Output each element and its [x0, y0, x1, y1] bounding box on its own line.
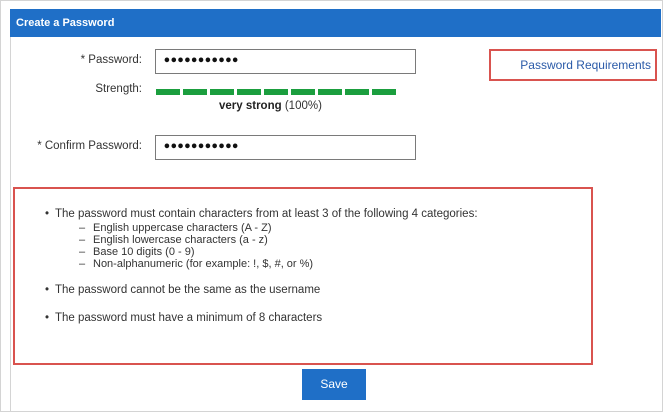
- category-item: – Non-alphanumeric (for example: !, $, #,…: [79, 258, 314, 270]
- strength-percent: (100%): [284, 100, 322, 112]
- strength-segment: [156, 89, 180, 95]
- strength-segment: [372, 89, 396, 95]
- bullet: •: [45, 312, 50, 324]
- rule-text: The password cannot be the same as the u…: [55, 284, 321, 296]
- strength-word: very strong: [219, 100, 282, 112]
- confirm-password-input[interactable]: •••••••••••: [155, 135, 416, 160]
- strength-segment: [210, 89, 234, 95]
- rule-text: The password must have a minimum of 8 ch…: [55, 312, 323, 324]
- panel-title: Create a Password: [16, 17, 115, 29]
- password-label: * Password:: [80, 54, 142, 66]
- category-list: – English uppercase characters (A - Z) – E…: [45, 222, 591, 270]
- confirm-password-label: * Confirm Password:: [37, 140, 142, 152]
- password-rules-box: • The password must contain characters f…: [13, 187, 593, 365]
- category-item: – English lowercase characters (a - z): [79, 234, 268, 246]
- category-item: – Base 10 digits (0 - 9): [79, 246, 195, 258]
- strength-segment: [318, 89, 342, 95]
- panel-left-border: [10, 37, 11, 412]
- strength-segment: [237, 89, 261, 95]
- rule-username: • The password cannot be the same as the…: [45, 283, 591, 298]
- strength-segment: [183, 89, 207, 95]
- save-button[interactable]: Save: [302, 369, 366, 400]
- strength-status: very strong (100%): [219, 100, 322, 112]
- password-input[interactable]: •••••••••••: [155, 49, 416, 74]
- strength-segment: [291, 89, 315, 95]
- rule-categories: • The password must contain characters f…: [45, 207, 591, 222]
- panel-header: Create a Password: [10, 9, 661, 37]
- strength-segment: [264, 89, 288, 95]
- bullet: •: [45, 284, 50, 296]
- page-frame: Create a Password * Password: ••••••••••…: [0, 0, 663, 412]
- strength-meter: [156, 89, 396, 95]
- rule-text: The password must contain characters fro…: [55, 208, 478, 220]
- strength-label: Strength:: [95, 83, 142, 95]
- bullet: •: [45, 208, 50, 220]
- strength-segment: [345, 89, 369, 95]
- password-requirements-link[interactable]: Password Requirements: [489, 49, 657, 81]
- category-item: – English uppercase characters (A - Z): [79, 222, 272, 234]
- rule-min-length: • The password must have a minimum of 8 …: [45, 311, 591, 326]
